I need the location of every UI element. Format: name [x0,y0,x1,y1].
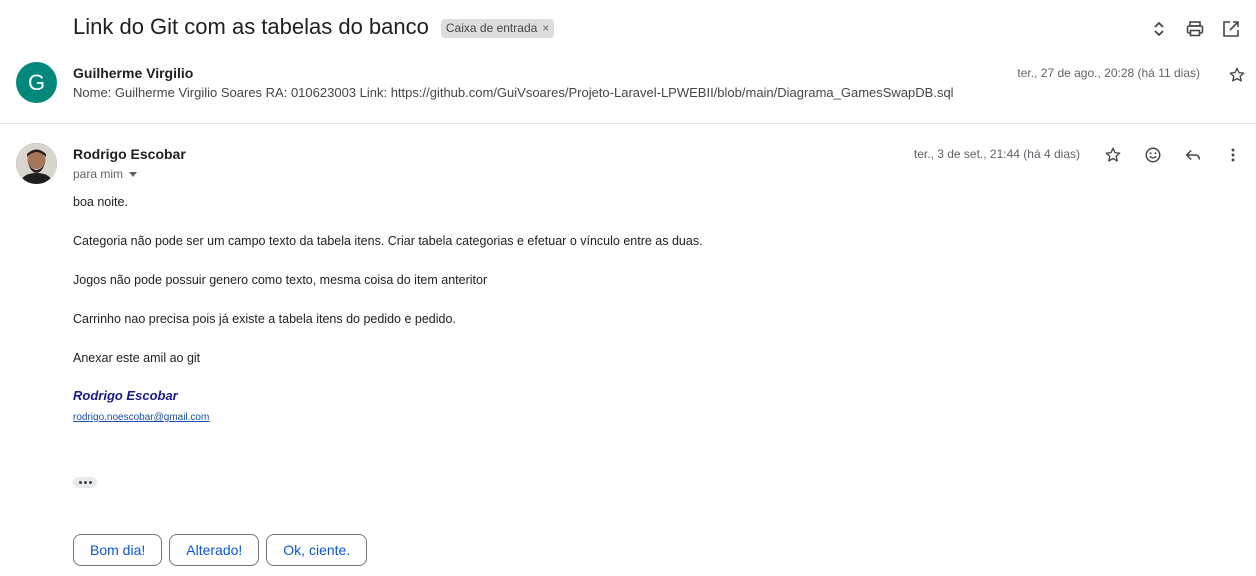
expand-collapse-icon[interactable] [1148,18,1170,40]
sender-name[interactable]: Rodrigo Escobar [73,146,186,162]
remove-label-icon[interactable]: × [542,21,549,35]
body-line: Categoria não pode ser um campo texto da… [73,234,703,248]
chevron-down-icon [129,172,138,177]
inbox-label-chip[interactable]: Caixa de entrada × [440,19,555,38]
smart-reply-button[interactable]: Ok, ciente. [266,534,368,566]
smart-reply-button[interactable]: Alterado! [169,534,260,566]
open-new-window-icon[interactable] [1220,18,1242,40]
smart-reply-button[interactable]: Bom dia! [73,534,163,566]
thread-toolbar [1134,18,1242,40]
sender-name[interactable]: Guilherme Virgilio [73,65,193,81]
recipient-text: para mim [73,167,124,181]
subject-row: Link do Git com as tabelas do banco Caix… [73,14,555,40]
star-icon[interactable] [1102,144,1124,166]
email-subject: Link do Git com as tabelas do banco [73,14,429,39]
reply-icon[interactable] [1182,144,1204,166]
avatar[interactable] [16,143,57,184]
print-icon[interactable] [1184,18,1206,40]
body-line: boa noite. [73,195,128,209]
smart-replies: Bom dia! Alterado! Ok, ciente. [73,534,374,566]
message-body: boa noite. Categoria não pode ser um cam… [73,194,703,389]
message-snippet[interactable]: Nome: Guilherme Virgilio Soares RA: 0106… [73,85,954,100]
show-trimmed-content-button[interactable] [73,477,97,488]
emoji-reaction-icon[interactable] [1142,144,1164,166]
message-date: ter., 27 de ago., 20:28 (há 11 dias) [1017,66,1200,80]
avatar-letter: G [27,69,46,95]
avatar[interactable]: G [16,62,57,103]
body-line: Carrinho nao precisa pois já existe a ta… [73,312,456,326]
body-line: Anexar este amil ao git [73,351,201,365]
message-actions [1084,144,1244,166]
body-line: Jogos não pode possuir genero como texto… [73,273,488,287]
message-date: ter., 3 de set., 21:44 (há 4 dias) [913,147,1080,161]
star-icon[interactable] [1226,64,1248,86]
more-options-icon[interactable] [1222,144,1244,166]
signature-name: Rodrigo Escobar [73,388,178,403]
signature-email-link[interactable]: rodrigo.noescobar@gmail.com [73,412,209,423]
message-divider [0,123,1256,124]
label-text: Caixa de entrada [445,21,538,35]
recipient-details-toggle[interactable]: para mim [73,167,138,181]
